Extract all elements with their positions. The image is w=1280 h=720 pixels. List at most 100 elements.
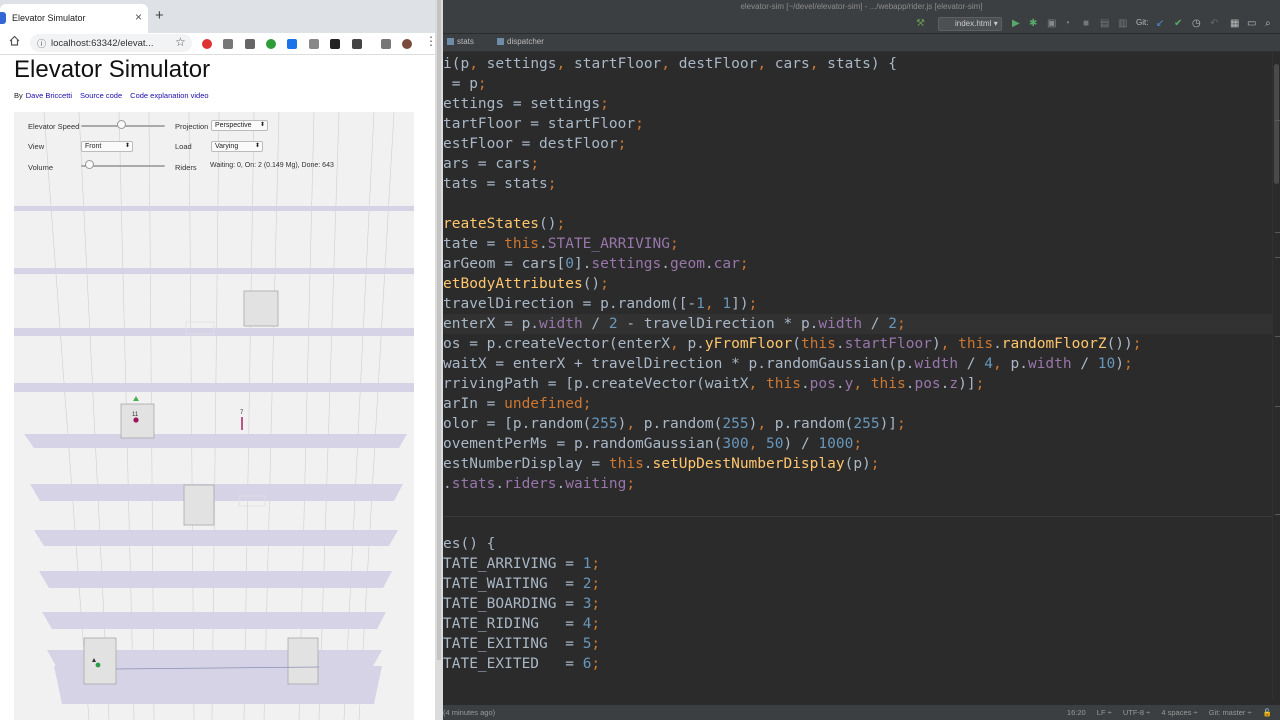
home-icon[interactable] (9, 35, 20, 49)
info-icon[interactable]: ⓘ (37, 37, 46, 50)
author-link[interactable]: Dave Briccetti (26, 91, 72, 100)
code-line[interactable]: i(p, settings, startFloor, destFloor, ca… (443, 54, 897, 74)
bookmark-star-icon[interactable]: ☆ (175, 35, 186, 49)
code-line[interactable]: tartFloor = startFloor; (443, 114, 644, 134)
extension-cloud-icon[interactable] (223, 39, 233, 49)
code-line[interactable]: = p; (443, 74, 487, 94)
code-line[interactable]: TATE_RIDING = 4; (443, 614, 600, 634)
git-revert-icon[interactable]: ↶ (1210, 18, 1218, 29)
coverage-icon[interactable]: ▣ (1047, 18, 1056, 29)
project-structure-icon[interactable]: ▦ (1230, 18, 1239, 29)
projection-select[interactable]: Perspective ⬍ (211, 120, 268, 131)
extension-green-icon[interactable] (266, 39, 276, 49)
page-title: Elevator Simulator (14, 56, 211, 83)
extension-tool-icon[interactable] (245, 39, 255, 49)
file-encoding[interactable]: UTF-8 ÷ (1123, 708, 1150, 717)
tab-stats[interactable]: stats (447, 37, 474, 46)
git-history-icon[interactable]: ◷ (1192, 18, 1201, 29)
divider-grip[interactable] (437, 0, 441, 660)
browser-tab-bar: Elevator Simulator × + (0, 0, 443, 33)
code-line[interactable]: TATE_BOARDING = 3; (443, 594, 600, 614)
code-line[interactable]: ovementPerMs = p.randomGaussian(300, 50)… (443, 434, 862, 454)
debug-icon[interactable]: ✱ (1029, 18, 1037, 29)
avatar[interactable] (402, 39, 412, 49)
run-icon[interactable]: ▶ (1012, 18, 1020, 29)
search-everywhere-icon[interactable]: ⌕ (1265, 18, 1271, 29)
extension-cloud2-icon[interactable] (309, 39, 319, 49)
layout-icon[interactable]: ▥ (1118, 18, 1127, 29)
close-tab-icon[interactable]: × (135, 10, 142, 24)
run-configuration-label: index.html (955, 19, 992, 28)
load-select[interactable]: Varying ⬍ (211, 141, 263, 152)
build-hammer-icon[interactable]: ⚒ (916, 18, 925, 29)
code-line[interactable]: ars = cars; (443, 154, 539, 174)
git-label: Git: (1136, 18, 1149, 27)
code-line[interactable]: estNumberDisplay = this.setUpDestNumberD… (443, 454, 880, 474)
scrollbar-thumb[interactable] (1274, 64, 1279, 184)
git-commit-icon[interactable]: ✔ (1174, 18, 1182, 29)
car-floor-indicator: 11 (132, 412, 139, 418)
view-select[interactable]: Front ⬍ (81, 141, 133, 152)
editor-tab-bar: stats dispatcher (443, 34, 1280, 52)
code-line[interactable]: TATE_EXITED = 6; (443, 654, 600, 674)
profile-icon[interactable]: ◔ (1064, 18, 1070, 29)
code-line[interactable]: olor = [p.random(255), p.random(255), p.… (443, 414, 906, 434)
floor (42, 612, 386, 629)
git-update-icon[interactable]: ↙ (1156, 18, 1164, 29)
scroll-marker (1275, 406, 1280, 407)
code-explanation-video-link[interactable]: Code explanation video (130, 91, 208, 100)
code-line[interactable]: tate = this.STATE_ARRIVING; (443, 234, 679, 254)
cast-icon[interactable] (381, 39, 391, 49)
code-line[interactable]: estFloor = destFloor; (443, 134, 626, 154)
code-line[interactable]: arGeom = cars[0].settings.geom.car; (443, 254, 749, 274)
extension-s-icon[interactable] (287, 39, 297, 49)
code-line[interactable]: etBodyAttributes(); (443, 274, 609, 294)
code-line[interactable]: ettings = settings; (443, 94, 609, 114)
caret-position[interactable]: 16:20 (1067, 708, 1086, 717)
code-editor[interactable]: i(p, settings, startFloor, destFloor, ca… (443, 52, 1272, 700)
code-line[interactable]: reateStates(); (443, 214, 565, 234)
floor (30, 484, 403, 501)
address-bar[interactable]: ⓘ localhost:63342/elevat... (30, 34, 192, 52)
select-arrows-icon: ⬍ (124, 143, 130, 149)
tab-dispatcher[interactable]: dispatcher (497, 37, 544, 46)
code-line[interactable]: travelDirection = p.random([-1, 1]); (443, 294, 757, 314)
indent-setting[interactable]: 4 spaces ÷ (1161, 708, 1197, 717)
floor (14, 268, 414, 274)
tab-title: Elevator Simulator (12, 13, 86, 23)
code-line[interactable]: os = p.createVector(enterX, p.yFromFloor… (443, 334, 1142, 354)
editor-scrollbar[interactable] (1272, 52, 1280, 700)
floor-planes (14, 206, 414, 704)
code-line[interactable]: waitX = enterX + travelDirection * p.ran… (443, 354, 1133, 374)
code-line[interactable]: arIn = undefined; (443, 394, 591, 414)
code-line[interactable]: .stats.riders.waiting; (443, 474, 635, 494)
settings-icon[interactable]: ▭ (1247, 18, 1256, 29)
code-line[interactable]: es() { (443, 534, 495, 554)
floor (39, 571, 392, 588)
code-line[interactable]: enterX = p.width / 2 - travelDirection *… (443, 314, 906, 334)
byline-prefix: By (14, 91, 23, 100)
scroll-marker (1275, 232, 1280, 233)
run-configuration-select[interactable]: index.html ▾ (938, 17, 1002, 31)
volume-slider-thumb[interactable] (84, 160, 94, 169)
lock-icon[interactable]: 🔓 (1263, 708, 1272, 717)
extension-grid-icon[interactable] (352, 39, 362, 49)
code-line[interactable]: TATE_ARRIVING = 1; (443, 554, 600, 574)
code-line[interactable]: rrivingPath = [p.createVector(waitX, thi… (443, 374, 984, 394)
extension-dark-icon[interactable] (330, 39, 340, 49)
code-line[interactable]: TATE_WAITING = 2; (443, 574, 600, 594)
browser-tab[interactable]: Elevator Simulator × (0, 4, 148, 33)
code-line[interactable]: tats = stats; (443, 174, 557, 194)
elevator-speed-slider-thumb[interactable] (117, 120, 126, 129)
structure-icon[interactable]: ▤ (1100, 18, 1109, 29)
git-branch[interactable]: Git: master ÷ (1209, 708, 1252, 717)
elevator-simulation-canvas[interactable]: 11 7 Elevator Speed Projection Perspecti… (14, 112, 414, 720)
window-divider[interactable] (435, 0, 443, 720)
line-separator[interactable]: LF ÷ (1097, 708, 1112, 717)
new-tab-button[interactable]: + (155, 7, 164, 24)
source-code-link[interactable]: Source code (80, 91, 122, 100)
scroll-marker (1275, 336, 1280, 337)
extension-block-icon[interactable] (202, 39, 212, 49)
stop-icon[interactable]: ■ (1083, 18, 1089, 29)
code-line[interactable]: TATE_EXITING = 5; (443, 634, 600, 654)
